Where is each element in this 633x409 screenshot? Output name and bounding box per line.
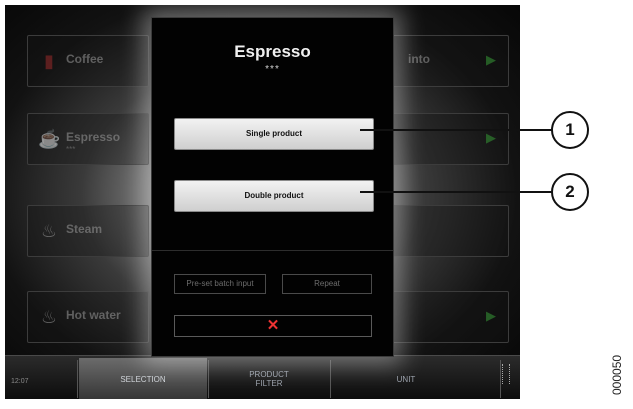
figure-code-wrapper: 000050 <box>610 355 633 409</box>
play-icon: ▶ <box>486 52 496 67</box>
clock-time: 12:07 <box>11 378 29 385</box>
tile-right-4[interactable]: ▶ <box>387 291 509 343</box>
menu-grip-icon[interactable] <box>502 364 510 384</box>
play-icon: ▶ <box>486 308 496 323</box>
tile-label: Espresso <box>66 130 121 144</box>
tile-right-3[interactable] <box>387 205 509 257</box>
tile-hot-water[interactable]: ♨ Hot water <box>27 291 149 343</box>
tile-label: Steam <box>66 222 103 236</box>
tab-label: PRODUCT FILTER <box>249 370 289 388</box>
machine-screen: ▮ Coffee into ▶ ☕ Espresso *** ▶ ♨ Steam… <box>5 5 520 399</box>
espresso-cup-icon: ☕ <box>38 129 61 149</box>
callout-1: 1 <box>551 111 589 149</box>
preset-batch-button[interactable]: Pre-set batch input <box>174 274 266 294</box>
divider <box>500 360 501 398</box>
close-icon: ✕ <box>266 317 280 334</box>
tile-label: Hot water <box>66 308 121 322</box>
tab-label: SELECTION <box>120 374 166 384</box>
tab-unit[interactable]: UNIT <box>331 358 481 399</box>
tile-right-1[interactable]: into ▶ <box>387 35 509 87</box>
callout-2: 2 <box>551 173 589 211</box>
tile-coffee[interactable]: ▮ Coffee <box>27 35 149 87</box>
callout-line-1 <box>360 129 553 131</box>
cancel-button[interactable]: ✕ <box>174 315 372 337</box>
divider <box>77 360 78 398</box>
tab-label: UNIT <box>396 374 416 384</box>
strength-stars: *** <box>265 64 280 75</box>
steam-icon: ♨ <box>40 221 58 241</box>
coffee-cup-icon: ▮ <box>44 51 54 71</box>
tile-espresso[interactable]: ☕ Espresso *** <box>27 113 149 165</box>
tile-right-2[interactable]: ▶ <box>387 113 509 165</box>
tile-stars: *** <box>66 145 76 154</box>
tile-steam[interactable]: ♨ Steam <box>27 205 149 257</box>
figure-code: 000050 <box>610 354 624 395</box>
single-product-button[interactable]: Single product <box>174 118 374 150</box>
double-product-button[interactable]: Double product <box>174 180 374 212</box>
divider <box>152 250 393 251</box>
callout-line-2 <box>360 191 553 193</box>
tile-label: into <box>408 52 430 66</box>
play-icon: ▶ <box>486 130 496 145</box>
dialog-title: Espresso <box>234 42 311 61</box>
tab-product-filter[interactable]: PRODUCT FILTER <box>209 358 329 399</box>
hot-water-icon: ♨ <box>40 307 58 327</box>
tab-selection[interactable]: SELECTION <box>79 358 207 399</box>
tile-label: Coffee <box>66 52 104 66</box>
status-bar: 12:07 SELECTION PRODUCT FILTER UNIT <box>5 355 520 399</box>
product-dialog: Espresso *** Single product Double produ… <box>151 17 394 357</box>
repeat-button[interactable]: Repeat <box>282 274 372 294</box>
